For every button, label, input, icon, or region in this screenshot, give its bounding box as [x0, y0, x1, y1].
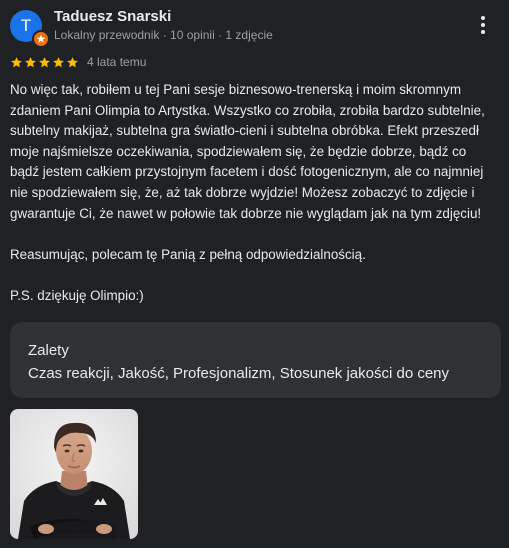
local-guide-badge-icon — [32, 30, 50, 48]
pros-title: Zalety — [28, 342, 69, 359]
review-paragraph: No więc tak, robiłem u tej Pani sesje bi… — [10, 82, 485, 221]
star-icon — [11, 56, 22, 67]
review-card: T Taduesz Snarski Lokalny przewodnik · 1… — [0, 0, 509, 548]
star-rating — [10, 56, 80, 69]
more-options-button[interactable] — [475, 16, 491, 38]
review-body: No więc tak, robiłem u tej Pani sesje bi… — [10, 80, 496, 307]
review-paragraph: P.S. dziękuję Olimpio:) — [10, 287, 144, 303]
author-meta: Lokalny przewodnik · 10 opinii · 1 zdjęc… — [54, 28, 273, 42]
rating-row: 4 lata temu — [10, 54, 146, 70]
more-vert-icon-dot — [481, 30, 485, 34]
pros-box: Zalety Czas reakcji, Jakość, Profesjonal… — [10, 322, 501, 398]
review-photo[interactable] — [10, 409, 138, 539]
more-vert-icon-dot — [481, 16, 485, 20]
review-time: 4 lata temu — [87, 55, 147, 69]
more-vert-icon-dot — [481, 23, 485, 27]
review-header: T Taduesz Snarski Lokalny przewodnik · 1… — [10, 8, 499, 48]
star-icon — [67, 56, 78, 67]
avatar-initial: T — [20, 16, 32, 35]
star-icon — [53, 56, 64, 67]
review-paragraph: Reasumując, polecam tę Panią z pełną odp… — [10, 246, 366, 262]
author-name[interactable]: Taduesz Snarski — [54, 8, 171, 25]
star-icon — [39, 56, 50, 67]
pros-values: Czas reakcji, Jakość, Profesjonalizm, St… — [28, 365, 450, 382]
star-icon — [25, 56, 36, 67]
